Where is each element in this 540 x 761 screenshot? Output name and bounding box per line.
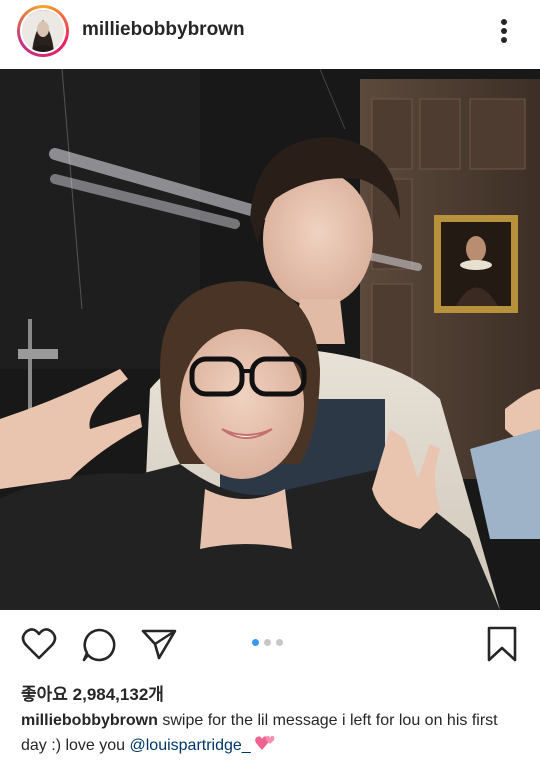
share-paper-plane-icon[interactable]: [140, 627, 178, 666]
carousel-dot-active: [252, 639, 259, 646]
carousel-indicator: [252, 639, 283, 646]
likes-count[interactable]: 좋아요 2,984,132개: [21, 680, 164, 705]
post-caption: milliebobbybrown swipe for the lil messa…: [21, 709, 521, 761]
avatar-border: [20, 8, 66, 54]
avatar-image: [22, 10, 64, 52]
post-username[interactable]: milliebobbybrown: [82, 19, 245, 41]
more-options-icon[interactable]: [494, 16, 514, 46]
avatar[interactable]: [17, 5, 69, 57]
carousel-dot: [264, 639, 271, 646]
carousel-dot: [276, 639, 283, 646]
caption-mention-link[interactable]: @louispartridge_: [130, 737, 251, 754]
caption-username[interactable]: milliebobbybrown: [21, 712, 158, 729]
post-photo[interactable]: [0, 69, 540, 610]
post-header: milliebobbybrown: [0, 0, 540, 68]
comment-bubble-icon[interactable]: [81, 627, 117, 668]
like-heart-icon[interactable]: [21, 627, 57, 666]
two-hearts-icon: [255, 733, 277, 761]
save-bookmark-icon[interactable]: [486, 625, 518, 668]
